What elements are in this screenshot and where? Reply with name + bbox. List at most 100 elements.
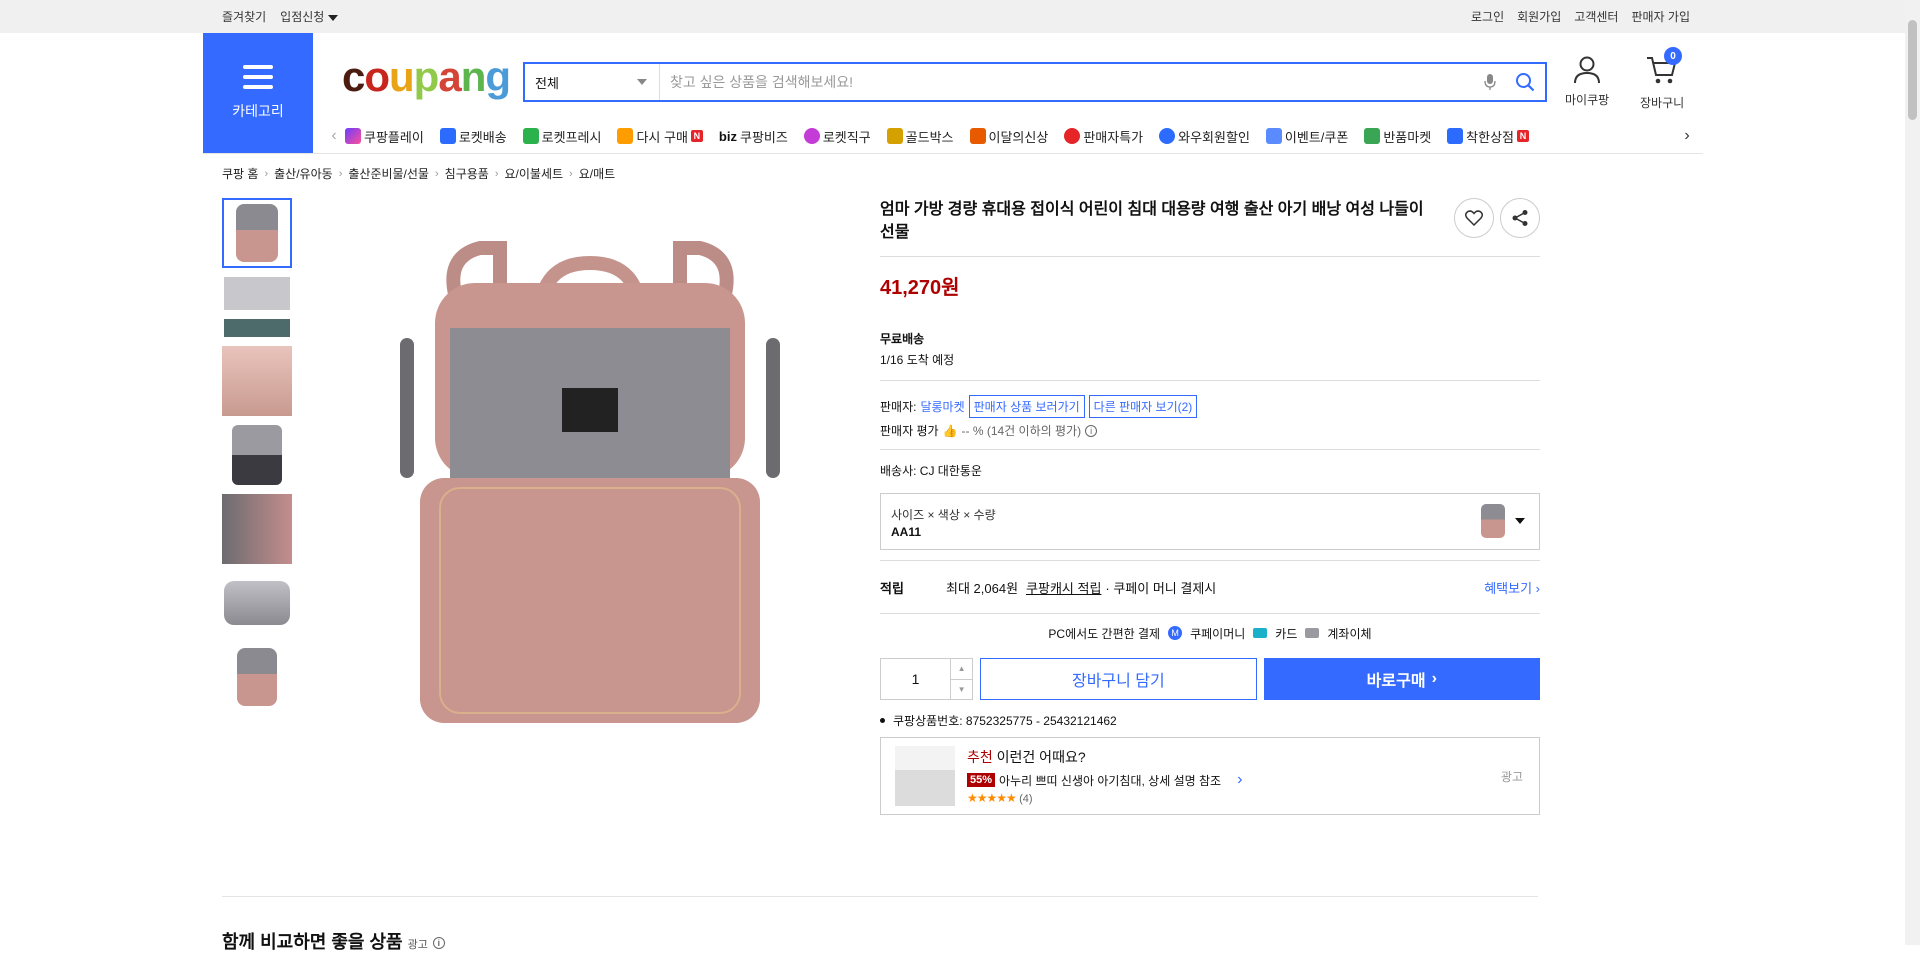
nav-item[interactable]: 로켓배송 [439,127,507,146]
carrier-info: 배송사: CJ 대한통운 [880,464,982,478]
thumbnail[interactable] [222,272,292,342]
chevron-right-icon: › [264,167,269,180]
nav-item[interactable]: 로켓직구 [803,127,871,146]
recommendation-image [895,746,955,806]
vertical-scrollbar[interactable] [1905,0,1920,945]
new-badge: N [1517,130,1530,142]
breadcrumb-item[interactable]: 침구용품 [445,165,489,182]
global-icon [803,128,820,144]
quantity-value[interactable]: 1 [881,659,950,699]
divider [203,153,1703,154]
ad-label: 광고 [1500,770,1523,784]
scrollbar-thumb[interactable] [1908,20,1917,120]
info-icon[interactable]: i [1085,424,1098,437]
shipping-title: 무료배송 [880,332,925,346]
nav-item[interactable]: 골드박스 [886,127,954,146]
search-icon[interactable] [1505,72,1545,92]
purchase-row: 1 ▲ ▼ 장바구니 담기 바로구매 › [880,658,1540,700]
coupay-money-icon: M [1168,626,1183,640]
thumbnail[interactable] [222,420,292,490]
benefit-link[interactable]: 혜택보기 › [1484,578,1540,597]
search-input[interactable] [660,64,1475,100]
service-nav: ‹ 쿠팡플레이 로켓배송 로켓프레시 다시 구매 N biz 쿠팡비즈 로켓직구 골… [323,119,1698,153]
coupang-logo[interactable]: coupang [342,53,511,101]
rebuy-icon [617,128,634,144]
card-icon [1253,628,1268,638]
breadcrumb-item[interactable]: 출산/유아동 [274,165,333,182]
divider [880,380,1540,381]
add-to-cart-button[interactable]: 장바구니 담기 [980,658,1257,700]
buy-now-label: 바로구매 [1366,673,1426,690]
category-menu-button[interactable]: 카테고리 [203,33,313,153]
chevron-right-icon: › [1237,771,1243,788]
microphone-icon[interactable] [1475,73,1505,91]
seller-rating-value: -- % (14건 이하의 평가) [961,424,1082,438]
thumbnail[interactable] [222,568,292,638]
reward-link[interactable]: 쿠팡캐시 적립 [1026,578,1101,597]
option-value: AA11 [891,525,922,539]
wishlist-button[interactable] [1454,198,1494,238]
seller-name-link[interactable]: 달롱마켓 [920,398,964,415]
chevron-left-icon[interactable]: ‹ [323,127,345,145]
bookmark-link[interactable]: 즐겨찾기 [222,8,266,25]
thumbnail-list [222,198,294,716]
partner-apply-link[interactable]: 입점신청 [280,8,339,25]
reward-amount: 최대 2,064원 [946,580,1019,596]
thumbnail[interactable] [222,198,292,268]
breadcrumb-item[interactable]: 요/이불세트 [505,165,564,182]
recommendation-card[interactable]: 추천 이런건 어때요? 55% 아누리 쁘띠 신생아 아기침대, 상세 설명 참조… [880,737,1540,815]
quantity-stepper[interactable]: 1 ▲ ▼ [880,658,974,700]
quantity-up-icon[interactable]: ▲ [951,659,972,679]
nav-item[interactable]: 로켓프레시 [522,127,601,146]
product-price: 41,270원 [880,277,960,299]
section-title: 함께 비교하면 좋을 상품 광고 i [222,928,445,954]
product-main-image[interactable] [390,218,790,728]
review-count: (4) [1019,793,1033,805]
nav-item[interactable]: 쿠팡플레이 [345,127,424,146]
pay-bank-label: 계좌이체 [1327,626,1372,641]
nav-item[interactable]: 이달의신상 [969,127,1048,146]
chevron-right-icon: › [569,167,573,180]
option-label: 사이즈 × 색상 × 수량 [891,508,996,522]
benefit-link-label: 혜택보기 [1484,580,1533,596]
recommend-product-name: 아누리 쁘띠 신생아 아기침대, 상세 설명 참조 [999,773,1222,788]
thumbnail[interactable] [222,494,292,564]
signup-link[interactable]: 회원가입 [1517,8,1561,25]
play-icon [345,128,361,144]
product-id-row: 쿠팡상품번호: 8752325775 - 25432121462 [880,712,1540,729]
nav-item[interactable]: biz 쿠팡비즈 [719,127,788,146]
seller-join-link[interactable]: 판매자 가입 [1631,8,1690,25]
recommend-title: 이런건 어때요? [996,749,1086,765]
rocket-icon [439,128,456,144]
quantity-down-icon[interactable]: ▼ [951,678,973,700]
nav-item[interactable]: 다시 구매 N [617,127,703,146]
other-sellers-button[interactable]: 다른 판매자 보기(2) [1088,395,1198,418]
caret-down-icon [328,14,339,21]
nav-item[interactable]: 이벤트/쿠폰 [1265,127,1348,146]
login-link[interactable]: 로그인 [1471,8,1504,25]
new-icon [969,128,986,144]
mypage-button[interactable]: 마이쿠팡 [1565,55,1609,108]
nav-item[interactable]: 착한상점 N [1447,127,1530,146]
option-selector[interactable]: 사이즈 × 색상 × 수량 AA11 [880,493,1540,550]
chevron-right-icon[interactable]: › [1676,127,1698,145]
thumbnail[interactable] [222,346,292,416]
search-scope-select[interactable]: 전체 [525,64,660,100]
info-icon[interactable]: i [432,937,445,950]
customer-center-link[interactable]: 고객센터 [1574,8,1618,25]
share-icon [1512,210,1528,226]
seller-products-button[interactable]: 판매자 상품 보러가기 [968,395,1085,418]
nav-item[interactable]: 판매자특가 [1064,127,1143,146]
product-info-panel: 엄마 가방 경량 휴대용 접이식 어린이 침대 대용량 여행 출산 아기 배낭 … [880,198,1540,815]
breadcrumb-item[interactable]: 요/매트 [579,165,615,182]
cart-button[interactable]: 0 장바구니 [1640,47,1684,111]
share-button[interactable] [1500,198,1540,238]
breadcrumb-item[interactable]: 출산준비물/선물 [348,165,429,182]
heart-icon [1465,210,1483,226]
breadcrumb-item[interactable]: 쿠팡 홈 [222,165,258,182]
nav-item[interactable]: 와우회원할인 [1159,127,1250,146]
thumbnail[interactable] [222,642,292,712]
buy-now-button[interactable]: 바로구매 › [1263,658,1540,700]
nav-item[interactable]: 반품마켓 [1364,127,1431,146]
search-bar: 전체 [523,62,1547,102]
